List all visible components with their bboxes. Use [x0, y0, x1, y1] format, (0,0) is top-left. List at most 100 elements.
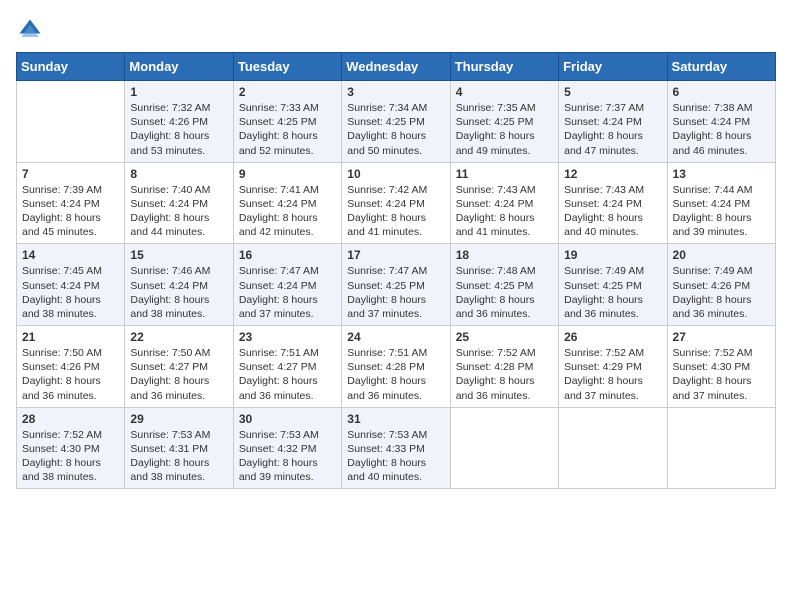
day-number: 3: [347, 85, 444, 99]
sunrise-text: Sunrise: 7:42 AM: [347, 184, 427, 196]
day-number: 11: [456, 167, 553, 181]
sunset-text: Sunset: 4:29 PM: [564, 361, 642, 373]
cell-content: Sunrise: 7:40 AM Sunset: 4:24 PM Dayligh…: [130, 183, 227, 240]
calendar-cell: 21 Sunrise: 7:50 AM Sunset: 4:26 PM Dayl…: [17, 326, 125, 408]
day-number: 16: [239, 248, 336, 262]
sunrise-text: Sunrise: 7:32 AM: [130, 102, 210, 114]
header-day-sunday: Sunday: [17, 53, 125, 81]
sunrise-text: Sunrise: 7:35 AM: [456, 102, 536, 114]
header-day-saturday: Saturday: [667, 53, 775, 81]
cell-content: Sunrise: 7:50 AM Sunset: 4:26 PM Dayligh…: [22, 346, 119, 403]
sunset-text: Sunset: 4:30 PM: [673, 361, 751, 373]
daylight-text: Daylight: 8 hours and 36 minutes.: [456, 294, 535, 320]
sunset-text: Sunset: 4:25 PM: [456, 116, 534, 128]
day-number: 24: [347, 330, 444, 344]
sunrise-text: Sunrise: 7:52 AM: [22, 429, 102, 441]
calendar-cell: 28 Sunrise: 7:52 AM Sunset: 4:30 PM Dayl…: [17, 407, 125, 489]
calendar-header: SundayMondayTuesdayWednesdayThursdayFrid…: [17, 53, 776, 81]
day-number: 30: [239, 412, 336, 426]
calendar-cell: 12 Sunrise: 7:43 AM Sunset: 4:24 PM Dayl…: [559, 162, 667, 244]
cell-content: Sunrise: 7:32 AM Sunset: 4:26 PM Dayligh…: [130, 101, 227, 158]
calendar-cell: 17 Sunrise: 7:47 AM Sunset: 4:25 PM Dayl…: [342, 244, 450, 326]
sunrise-text: Sunrise: 7:52 AM: [456, 347, 536, 359]
sunrise-text: Sunrise: 7:51 AM: [347, 347, 427, 359]
calendar-cell: 9 Sunrise: 7:41 AM Sunset: 4:24 PM Dayli…: [233, 162, 341, 244]
sunrise-text: Sunrise: 7:52 AM: [673, 347, 753, 359]
sunrise-text: Sunrise: 7:33 AM: [239, 102, 319, 114]
sunrise-text: Sunrise: 7:49 AM: [564, 265, 644, 277]
cell-content: Sunrise: 7:52 AM Sunset: 4:28 PM Dayligh…: [456, 346, 553, 403]
sunset-text: Sunset: 4:24 PM: [22, 198, 100, 210]
day-number: 26: [564, 330, 661, 344]
daylight-text: Daylight: 8 hours and 38 minutes.: [22, 294, 101, 320]
daylight-text: Daylight: 8 hours and 45 minutes.: [22, 212, 101, 238]
calendar-cell: 19 Sunrise: 7:49 AM Sunset: 4:25 PM Dayl…: [559, 244, 667, 326]
daylight-text: Daylight: 8 hours and 36 minutes.: [347, 375, 426, 401]
sunset-text: Sunset: 4:28 PM: [347, 361, 425, 373]
cell-content: Sunrise: 7:52 AM Sunset: 4:30 PM Dayligh…: [22, 428, 119, 485]
daylight-text: Daylight: 8 hours and 52 minutes.: [239, 130, 318, 156]
header-row: SundayMondayTuesdayWednesdayThursdayFrid…: [17, 53, 776, 81]
day-number: 20: [673, 248, 770, 262]
daylight-text: Daylight: 8 hours and 39 minutes.: [239, 457, 318, 483]
sunrise-text: Sunrise: 7:40 AM: [130, 184, 210, 196]
cell-content: Sunrise: 7:34 AM Sunset: 4:25 PM Dayligh…: [347, 101, 444, 158]
cell-content: Sunrise: 7:52 AM Sunset: 4:30 PM Dayligh…: [673, 346, 770, 403]
header-day-thursday: Thursday: [450, 53, 558, 81]
sunrise-text: Sunrise: 7:53 AM: [130, 429, 210, 441]
sunset-text: Sunset: 4:24 PM: [347, 198, 425, 210]
sunrise-text: Sunrise: 7:49 AM: [673, 265, 753, 277]
day-number: 15: [130, 248, 227, 262]
sunrise-text: Sunrise: 7:48 AM: [456, 265, 536, 277]
sunrise-text: Sunrise: 7:53 AM: [347, 429, 427, 441]
day-number: 1: [130, 85, 227, 99]
header-day-tuesday: Tuesday: [233, 53, 341, 81]
calendar-cell: 31 Sunrise: 7:53 AM Sunset: 4:33 PM Dayl…: [342, 407, 450, 489]
header-day-monday: Monday: [125, 53, 233, 81]
daylight-text: Daylight: 8 hours and 49 minutes.: [456, 130, 535, 156]
cell-content: Sunrise: 7:43 AM Sunset: 4:24 PM Dayligh…: [456, 183, 553, 240]
cell-content: Sunrise: 7:37 AM Sunset: 4:24 PM Dayligh…: [564, 101, 661, 158]
calendar-cell: 10 Sunrise: 7:42 AM Sunset: 4:24 PM Dayl…: [342, 162, 450, 244]
sunset-text: Sunset: 4:24 PM: [673, 198, 751, 210]
calendar-cell: 16 Sunrise: 7:47 AM Sunset: 4:24 PM Dayl…: [233, 244, 341, 326]
calendar-cell: 4 Sunrise: 7:35 AM Sunset: 4:25 PM Dayli…: [450, 81, 558, 163]
calendar-cell: [667, 407, 775, 489]
day-number: 22: [130, 330, 227, 344]
cell-content: Sunrise: 7:53 AM Sunset: 4:32 PM Dayligh…: [239, 428, 336, 485]
daylight-text: Daylight: 8 hours and 41 minutes.: [347, 212, 426, 238]
cell-content: Sunrise: 7:45 AM Sunset: 4:24 PM Dayligh…: [22, 264, 119, 321]
sunrise-text: Sunrise: 7:47 AM: [239, 265, 319, 277]
calendar-cell: 1 Sunrise: 7:32 AM Sunset: 4:26 PM Dayli…: [125, 81, 233, 163]
daylight-text: Daylight: 8 hours and 36 minutes.: [564, 294, 643, 320]
daylight-text: Daylight: 8 hours and 38 minutes.: [22, 457, 101, 483]
sunset-text: Sunset: 4:25 PM: [347, 116, 425, 128]
daylight-text: Daylight: 8 hours and 37 minutes.: [239, 294, 318, 320]
calendar-cell: 23 Sunrise: 7:51 AM Sunset: 4:27 PM Dayl…: [233, 326, 341, 408]
day-number: 10: [347, 167, 444, 181]
sunset-text: Sunset: 4:33 PM: [347, 443, 425, 455]
header-day-wednesday: Wednesday: [342, 53, 450, 81]
calendar-cell: 13 Sunrise: 7:44 AM Sunset: 4:24 PM Dayl…: [667, 162, 775, 244]
daylight-text: Daylight: 8 hours and 40 minutes.: [564, 212, 643, 238]
cell-content: Sunrise: 7:50 AM Sunset: 4:27 PM Dayligh…: [130, 346, 227, 403]
daylight-text: Daylight: 8 hours and 53 minutes.: [130, 130, 209, 156]
day-number: 4: [456, 85, 553, 99]
cell-content: Sunrise: 7:41 AM Sunset: 4:24 PM Dayligh…: [239, 183, 336, 240]
calendar-cell: 2 Sunrise: 7:33 AM Sunset: 4:25 PM Dayli…: [233, 81, 341, 163]
sunrise-text: Sunrise: 7:53 AM: [239, 429, 319, 441]
calendar-body: 1 Sunrise: 7:32 AM Sunset: 4:26 PM Dayli…: [17, 81, 776, 489]
sunset-text: Sunset: 4:26 PM: [673, 280, 751, 292]
day-number: 2: [239, 85, 336, 99]
cell-content: Sunrise: 7:39 AM Sunset: 4:24 PM Dayligh…: [22, 183, 119, 240]
day-number: 6: [673, 85, 770, 99]
daylight-text: Daylight: 8 hours and 36 minutes.: [130, 375, 209, 401]
sunrise-text: Sunrise: 7:52 AM: [564, 347, 644, 359]
day-number: 9: [239, 167, 336, 181]
sunset-text: Sunset: 4:30 PM: [22, 443, 100, 455]
daylight-text: Daylight: 8 hours and 38 minutes.: [130, 294, 209, 320]
cell-content: Sunrise: 7:44 AM Sunset: 4:24 PM Dayligh…: [673, 183, 770, 240]
calendar-week-row: 1 Sunrise: 7:32 AM Sunset: 4:26 PM Dayli…: [17, 81, 776, 163]
daylight-text: Daylight: 8 hours and 36 minutes.: [673, 294, 752, 320]
sunrise-text: Sunrise: 7:50 AM: [130, 347, 210, 359]
